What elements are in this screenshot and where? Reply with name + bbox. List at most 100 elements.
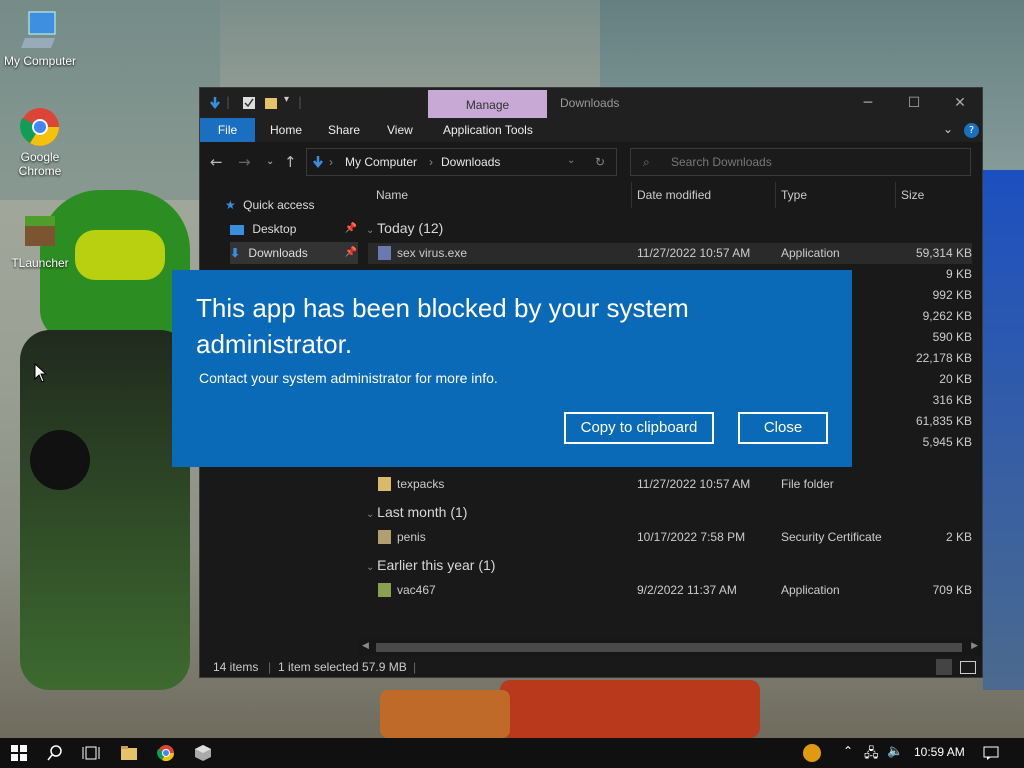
taskbar: ⌃ 🖧 🔈 10:59 AM [0,738,1024,768]
file-size: 9,262 KB [922,309,972,323]
column-header-size[interactable]: Size [901,188,924,202]
chrome-taskbar-icon[interactable] [157,744,175,762]
tab-view[interactable]: View [387,118,413,142]
expand-ribbon-chevron-icon[interactable]: ⌄ [943,122,953,136]
tab-share[interactable]: Share [328,118,360,142]
column-header-type[interactable]: Type [781,188,807,202]
file-size: 2 KB [945,530,972,544]
nav-quick-access-label: Quick access [243,198,315,212]
pin-icon: 📌 [344,223,357,234]
download-arrow-icon: ⬇ [230,246,241,260]
computer-icon [19,10,61,52]
desktop-icon-google-chrome[interactable]: Google Chrome [0,106,80,178]
item-count: 14 items [213,660,259,674]
customize-quick-access-icon[interactable]: ▾ [284,94,289,105]
windows-start-icon[interactable] [10,744,28,762]
group-header-earlier-this-year[interactable]: ⌄ Earlier this year (1) [366,557,495,573]
file-type: Security Certificate [781,530,882,544]
large-icons-view-icon[interactable] [960,661,976,674]
file-date: 11/27/2022 10:57 AM [637,246,751,260]
ribbon-tabs: File Home Share View Application Tools ⌄… [200,118,982,142]
search-placeholder: Search Downloads [671,155,772,169]
refresh-icon[interactable]: ↻ [595,155,605,169]
file-size: 20 KB [939,372,972,386]
download-arrow-icon [313,156,323,169]
system-clock[interactable]: 10:59 AM [914,745,965,759]
table-row[interactable]: penis 10/17/2022 7:58 PM Security Certif… [368,527,972,548]
task-view-icon[interactable] [82,744,100,762]
copy-to-clipboard-button[interactable]: Copy to clipboard [564,412,714,444]
file-type: File folder [781,477,834,491]
file-type: Application [781,246,840,260]
close-button[interactable]: Close [738,412,828,444]
tray-app-icon[interactable] [803,744,821,762]
show-hidden-icons-chevron-icon[interactable]: ⌃ [843,744,853,758]
file-size: 61,835 KB [915,414,972,428]
network-icon[interactable]: 🖧 [864,744,879,766]
file-name: sex virus.exe [397,246,468,260]
table-row[interactable]: texpacks 11/27/2022 10:57 AM File folder [368,474,972,495]
file-type: Application [781,583,840,597]
group-header-today[interactable]: ⌄ Today (12) [366,220,443,236]
file-name: texpacks [397,477,445,491]
new-folder-icon[interactable] [264,96,278,110]
forward-arrow-icon[interactable]: → [238,153,251,171]
breadcrumb-my-computer[interactable]: My Computer [345,155,417,169]
application-icon [378,246,391,260]
selection-info: 1 item selected 57.9 MB [278,660,407,674]
scroll-left-icon[interactable]: ◀ [362,641,369,651]
horizontal-scrollbar[interactable]: ◀ ▶ [358,639,982,656]
breadcrumb-downloads[interactable]: Downloads [441,155,500,169]
scroll-right-icon[interactable]: ▶ [971,641,978,651]
tab-manage[interactable]: Manage [428,90,547,118]
file-size: 709 KB [932,583,972,597]
search-icon[interactable] [46,744,64,762]
action-center-notification-icon[interactable] [982,744,1000,762]
properties-checkbox-icon[interactable] [242,96,256,110]
desktop-icon-tlauncher[interactable]: TLauncher [0,212,80,270]
address-bar[interactable]: › My Computer › Downloads ⌄ ↻ [306,148,617,176]
nav-downloads[interactable]: ⬇ Downloads 📌 [230,242,360,264]
app-cube-taskbar-icon[interactable] [194,744,212,762]
file-explorer-taskbar-icon[interactable] [120,744,138,762]
desktop-icon-my-computer[interactable]: My Computer [0,10,80,68]
pin-icon: 📌 [344,247,357,258]
search-input[interactable]: ⌕ Search Downloads [630,148,971,176]
app-blocked-dialog: This app has been blocked by your system… [172,270,852,467]
dialog-message: Contact your system administrator for mo… [199,370,498,386]
column-header-name[interactable]: Name [376,188,408,202]
details-view-icon[interactable] [936,659,952,675]
volume-icon[interactable]: 🔈 [887,744,903,759]
scrollbar-thumb[interactable] [376,643,962,652]
file-size: 992 KB [932,288,972,302]
address-dropdown-chevron-icon[interactable]: ⌄ [567,155,575,166]
minimize-button[interactable]: ─ [848,92,888,114]
file-date: 9/2/2022 11:37 AM [637,583,737,597]
tab-application-tools[interactable]: Application Tools [443,118,533,142]
group-header-last-month[interactable]: ⌄ Last month (1) [366,504,467,520]
status-bar: 14 items | 1 item selected 57.9 MB | [200,657,982,677]
column-header-date-modified[interactable]: Date modified [637,188,711,202]
nav-quick-access[interactable]: ★ Quick access [225,194,355,216]
window-title: Downloads [560,96,620,110]
close-window-button[interactable]: ✕ [940,92,980,114]
desktop-icon-label: Google Chrome [18,150,62,178]
help-icon[interactable]: ? [964,123,979,138]
file-size: 22,178 KB [915,351,972,365]
back-arrow-icon[interactable]: ← [210,153,223,171]
file-size: 59,314 KB [915,246,972,260]
table-row[interactable]: sex virus.exe 11/27/2022 10:57 AM Applic… [368,243,972,264]
tab-file[interactable]: File [200,118,255,142]
file-size: 5,945 KB [922,435,972,449]
up-arrow-icon[interactable]: ↑ [284,153,297,171]
tab-home[interactable]: Home [270,118,302,142]
nav-downloads-label: Downloads [248,246,308,260]
desktop-folder-icon [230,224,244,235]
maximize-button[interactable]: ☐ [894,92,934,114]
nav-desktop[interactable]: Desktop 📌 [230,218,360,240]
dialog-title: This app has been blocked by your system… [196,293,689,359]
recent-locations-chevron-icon[interactable]: ⌄ [266,156,274,167]
table-row[interactable]: vac467 9/2/2022 11:37 AM Application 709… [368,580,972,601]
application-icon [378,583,391,597]
file-size: 590 KB [932,330,972,344]
